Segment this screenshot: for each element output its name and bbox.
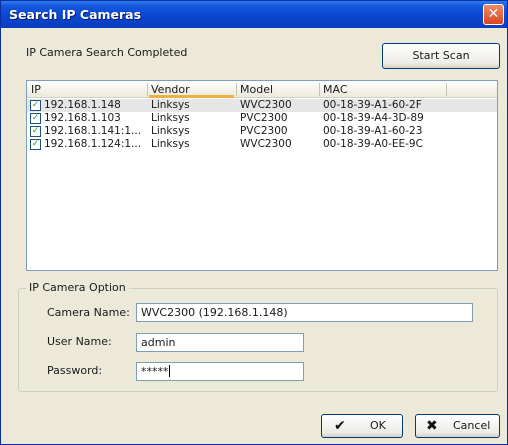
text-caret [168, 365, 170, 377]
cell-mac: 00-18-39-A1-60-23 [323, 125, 423, 137]
cell-vendor: Linksys [151, 99, 190, 111]
ok-button[interactable]: ✔ OK [321, 414, 403, 438]
group-label: IP Camera Option [26, 281, 129, 294]
cell-mac: 00-18-39-A0-EE-9C [323, 138, 423, 150]
close-icon[interactable]: ✕ [483, 4, 504, 25]
row-checkbox[interactable]: ✓ [30, 113, 41, 124]
list-header: IP Vendor Model MAC [27, 81, 497, 98]
ok-label: OK [370, 419, 386, 432]
search-ip-cameras-dialog: Search IP Cameras ✕ IP Camera Search Com… [0, 0, 508, 445]
table-row[interactable]: ✓ 192.168.1.148 Linksys WVC2300 00-18-39… [27, 99, 497, 112]
cell-vendor: Linksys [151, 112, 190, 124]
column-header-model[interactable]: Model [240, 83, 273, 96]
cell-ip: 192.168.1.141:1... [44, 125, 142, 137]
x-icon: ✖ [426, 418, 438, 434]
column-header-mac[interactable]: MAC [323, 83, 348, 96]
user-name-label: User Name: [47, 335, 112, 348]
sort-indicator [149, 95, 234, 98]
cell-model: PVC2300 [240, 125, 288, 137]
cell-ip: 192.168.1.124:1... [44, 138, 142, 150]
cell-ip: 192.168.1.103 [44, 112, 121, 124]
camera-name-label: Camera Name: [47, 306, 130, 319]
column-divider[interactable] [319, 83, 320, 96]
row-checkbox[interactable]: ✓ [30, 100, 41, 111]
password-label: Password: [47, 364, 103, 377]
camera-list[interactable]: IP Vendor Model MAC ✓ 192.168.1.148 Link… [26, 80, 498, 271]
row-checkbox[interactable]: ✓ [30, 126, 41, 137]
column-divider[interactable] [147, 83, 148, 96]
table-row[interactable]: ✓ 192.168.1.103 Linksys PVC2300 00-18-39… [27, 112, 497, 125]
password-field[interactable]: ***** [136, 362, 304, 381]
column-divider[interactable] [236, 83, 237, 96]
cell-model: WVC2300 [240, 99, 292, 111]
user-name-field[interactable]: admin [136, 333, 304, 352]
cell-model: PVC2300 [240, 112, 288, 124]
cancel-label: Cancel [453, 419, 491, 432]
search-status-text: IP Camera Search Completed [26, 46, 188, 59]
cell-mac: 00-18-39-A1-60-2F [323, 99, 422, 111]
cell-model: WVC2300 [240, 138, 292, 150]
title-bar[interactable]: Search IP Cameras ✕ [1, 1, 507, 28]
column-header-ip[interactable]: IP [31, 83, 41, 96]
cell-mac: 00-18-39-A4-3D-89 [323, 112, 424, 124]
column-divider[interactable] [446, 83, 447, 96]
check-icon: ✔ [334, 418, 346, 434]
cell-vendor: Linksys [151, 138, 190, 150]
cell-vendor: Linksys [151, 125, 190, 137]
row-checkbox[interactable]: ✓ [30, 139, 41, 150]
cancel-button[interactable]: ✖ Cancel [415, 414, 500, 438]
window-title: Search IP Cameras [9, 7, 142, 22]
table-row[interactable]: ✓ 192.168.1.124:1... Linksys WVC2300 00-… [27, 138, 497, 151]
table-row[interactable]: ✓ 192.168.1.141:1... Linksys PVC2300 00-… [27, 125, 497, 138]
start-scan-button[interactable]: Start Scan [382, 43, 500, 69]
cell-ip: 192.168.1.148 [44, 99, 121, 111]
camera-name-field[interactable]: WVC2300 (192.168.1.148) [136, 303, 473, 322]
password-mask: ***** [141, 365, 169, 378]
